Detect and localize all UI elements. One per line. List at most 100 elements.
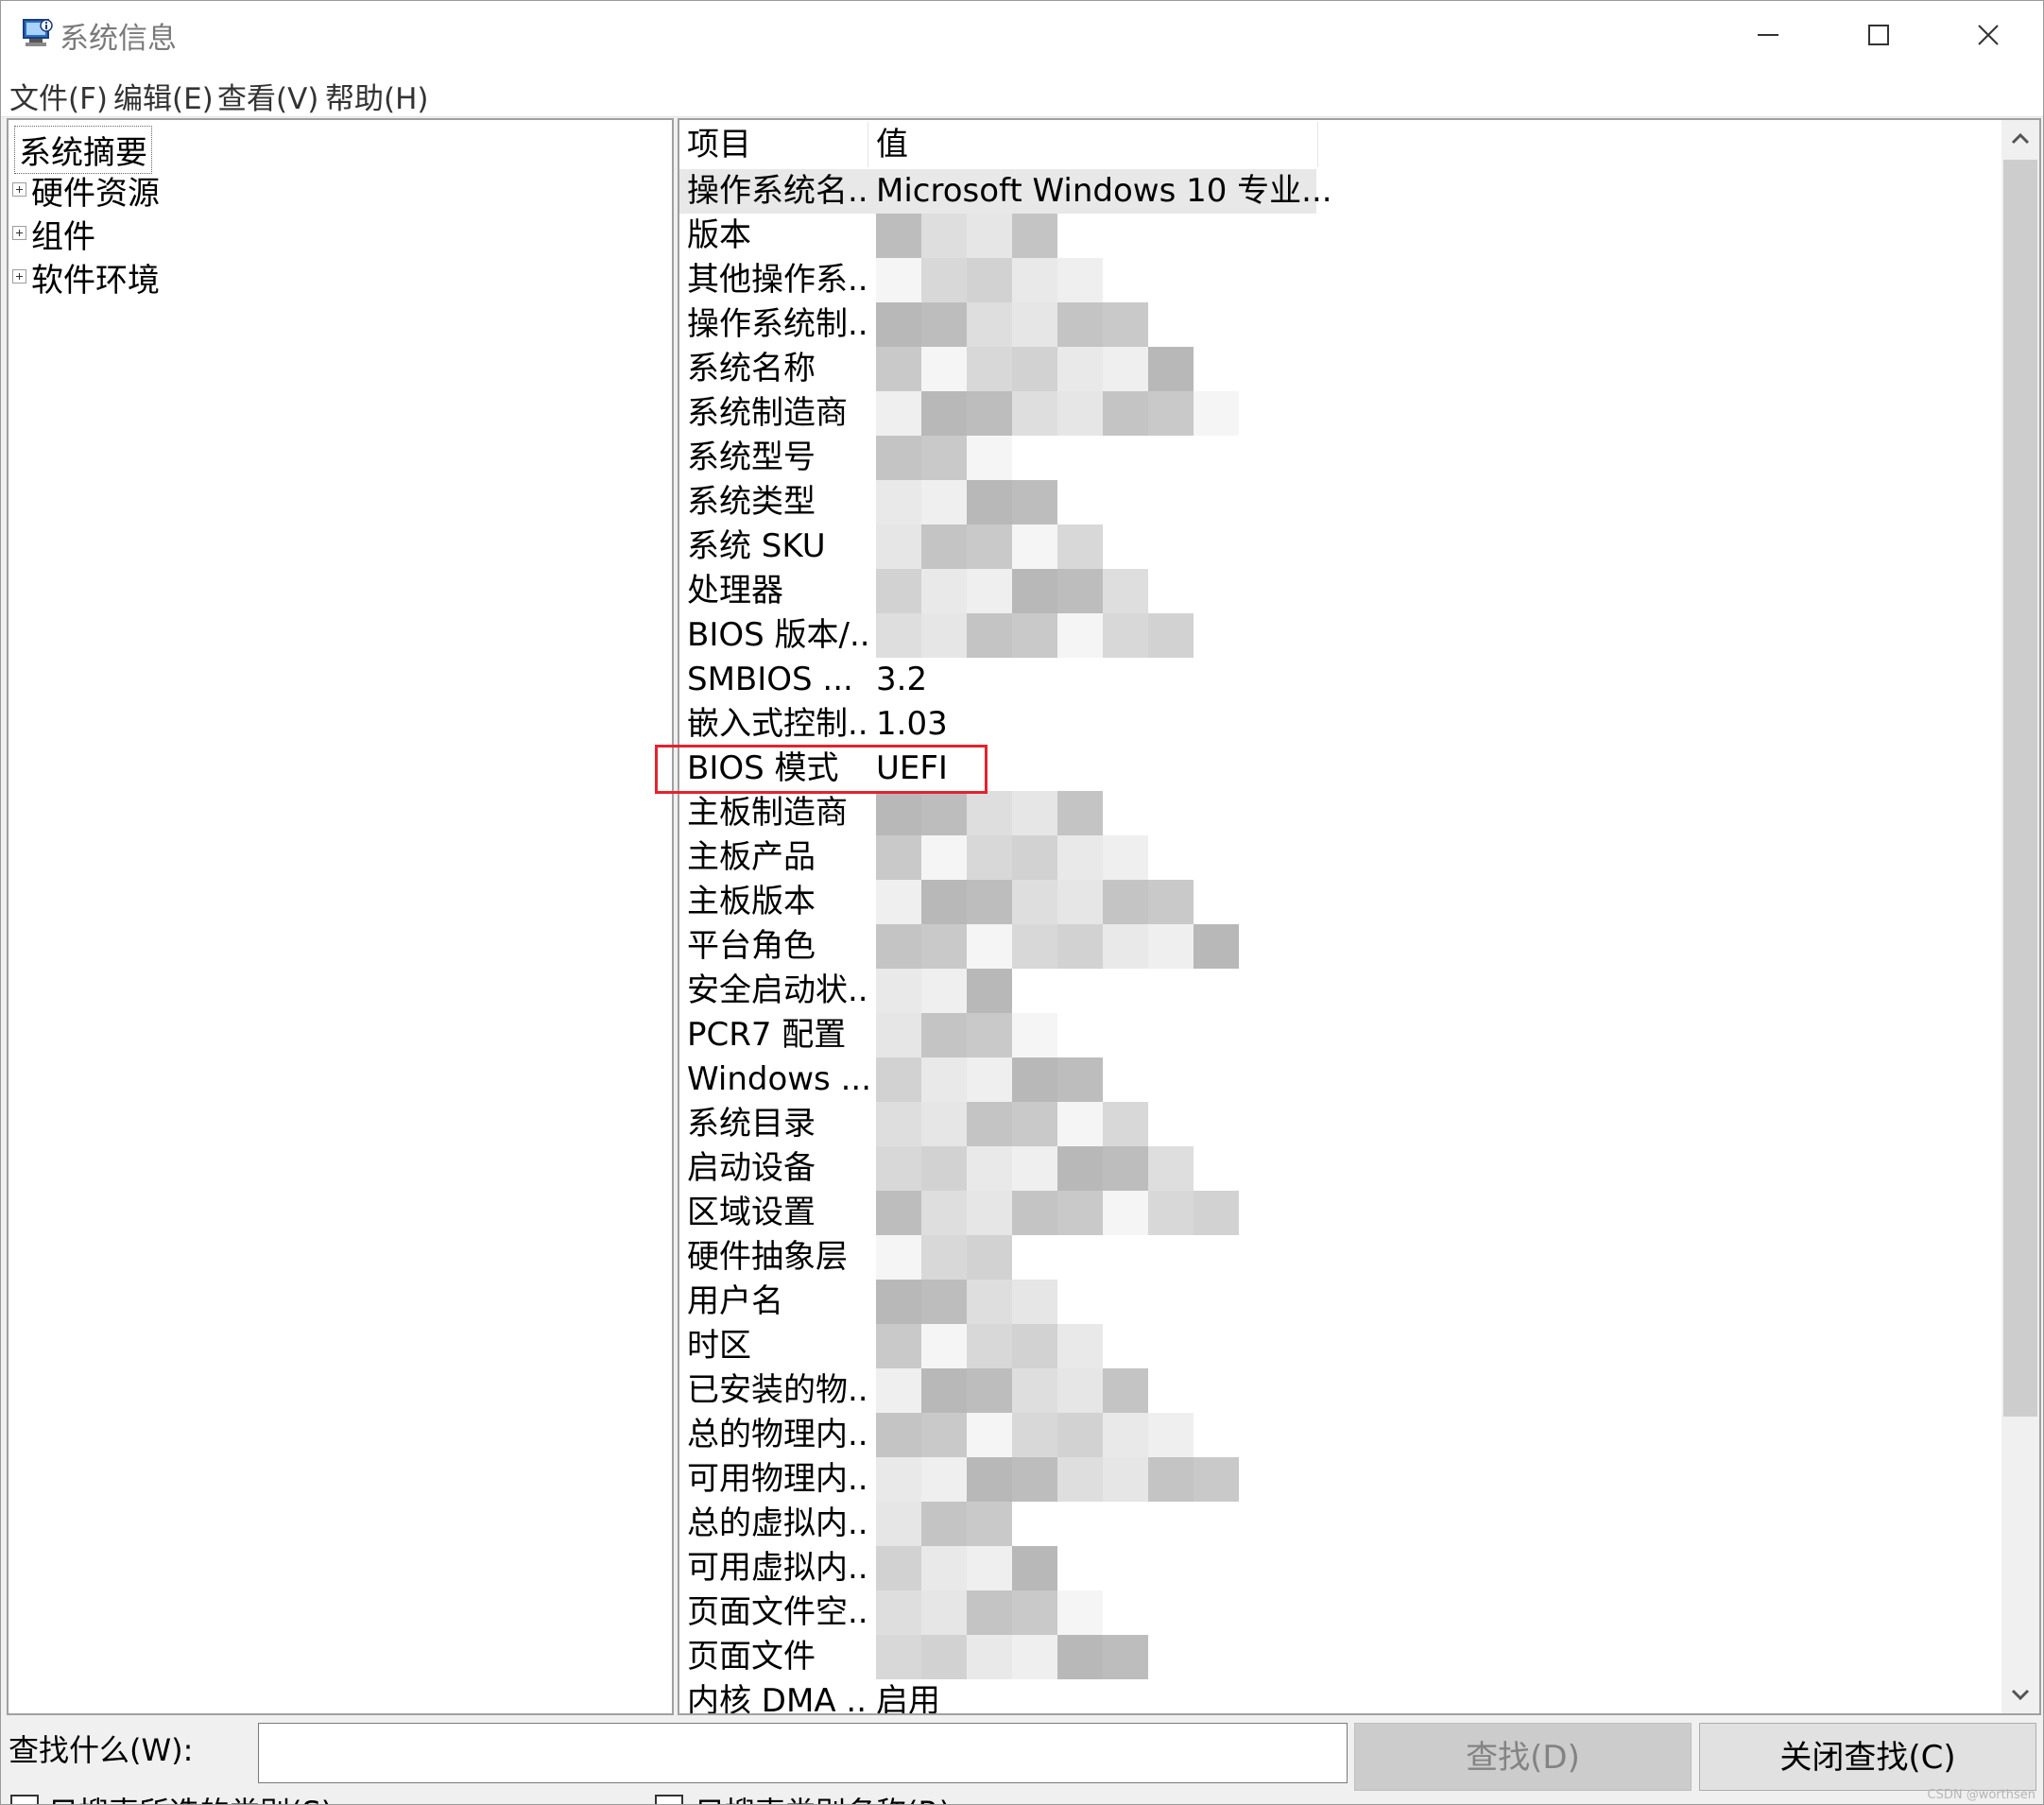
table-row[interactable]: 启动设备: [679, 1146, 2002, 1191]
row-value: 3.2: [876, 661, 928, 698]
details-list: 项目 值 操作系统名... Microsoft Windows 10 专业... 版…: [678, 118, 2041, 1715]
row-item: 页面文件: [687, 1638, 816, 1676]
redacted-value-mosaic: [876, 524, 1103, 569]
row-item: 时区: [687, 1327, 751, 1365]
table-row[interactable]: BIOS 版本/...: [679, 613, 2002, 658]
table-row[interactable]: 系统名称: [679, 347, 2002, 391]
search-selected-category-checkbox[interactable]: [10, 1795, 39, 1804]
tree-item-label: 软件环境: [31, 262, 160, 300]
table-row[interactable]: 时区: [679, 1324, 2002, 1368]
table-row[interactable]: 可用物理内...: [679, 1457, 2002, 1502]
table-row[interactable]: 系统制造商: [679, 391, 2002, 436]
table-row[interactable]: 主板产品: [679, 835, 2002, 880]
table-row[interactable]: 其他操作系...: [679, 258, 2002, 302]
table-row[interactable]: 系统目录: [679, 1102, 2002, 1146]
redacted-value-mosaic: [876, 791, 1103, 835]
row-item: BIOS 版本/...: [687, 616, 868, 654]
table-row[interactable]: 已安装的物...: [679, 1368, 2002, 1413]
redacted-value-mosaic: [876, 1457, 1239, 1502]
expand-icon[interactable]: [12, 182, 26, 197]
table-row[interactable]: 系统型号: [679, 436, 2002, 480]
expand-icon[interactable]: [12, 269, 26, 284]
bios-mode-highlight-box: [655, 745, 988, 794]
redacted-value-mosaic: [876, 924, 1239, 969]
close-button[interactable]: [1933, 1, 2043, 69]
close-icon: [1978, 25, 1999, 45]
table-row[interactable]: PCR7 配置: [679, 1013, 2002, 1057]
redacted-value-mosaic: [876, 1013, 1057, 1057]
redacted-value-mosaic: [876, 258, 1103, 302]
row-item: 主板制造商: [687, 794, 848, 832]
row-item: 主板产品: [687, 838, 816, 876]
find-button[interactable]: 查找(D): [1354, 1723, 1692, 1791]
minimize-button[interactable]: [1714, 1, 1824, 69]
find-input[interactable]: [258, 1723, 1348, 1783]
row-item: 系统型号: [687, 438, 816, 476]
table-row[interactable]: SMBIOS ... 3.2: [679, 658, 2002, 702]
maximize-icon: [1868, 25, 1889, 45]
list-rows: 操作系统名... Microsoft Windows 10 专业... 版本 其他操作…: [679, 169, 2002, 1713]
row-item: 系统 SKU: [687, 527, 826, 565]
row-item: 可用虚拟内...: [687, 1549, 868, 1587]
row-item: 安全启动状...: [687, 971, 868, 1009]
scroll-down-button[interactable]: [2001, 1676, 2039, 1713]
menu-file[interactable]: 文件(F): [9, 75, 108, 117]
menu-edit[interactable]: 编辑(E): [113, 75, 214, 117]
table-row[interactable]: 页面文件空...: [679, 1590, 2002, 1635]
menu-help[interactable]: 帮助(H): [325, 75, 429, 117]
table-row[interactable]: 总的物理内...: [679, 1413, 2002, 1457]
search-category-names-checkbox[interactable]: [655, 1795, 683, 1804]
table-row[interactable]: 处理器: [679, 569, 2002, 613]
redacted-value-mosaic: [876, 835, 1148, 880]
table-row[interactable]: 主板版本: [679, 880, 2002, 924]
system-information-window: 系统信息 文件(F) 编辑(E) 查看(V) 帮助(H) 系统摘要 硬件资源 组…: [0, 0, 2044, 1805]
row-value: Microsoft Windows 10 专业...: [876, 172, 1332, 210]
redacted-value-mosaic: [876, 391, 1239, 436]
table-row[interactable]: 硬件抽象层: [679, 1235, 2002, 1280]
maximize-button[interactable]: [1824, 1, 1933, 69]
chevron-up-icon: [2011, 132, 2030, 145]
row-item: 系统名称: [687, 350, 816, 387]
table-row[interactable]: 操作系统名... Microsoft Windows 10 专业...: [679, 169, 1332, 214]
category-tree: 系统摘要 硬件资源 组件 软件环境: [7, 118, 674, 1715]
table-row[interactable]: 总的虚拟内...: [679, 1502, 2002, 1546]
menu-bar: 文件(F) 编辑(E) 查看(V) 帮助(H): [1, 69, 2043, 117]
table-row[interactable]: 区域设置: [679, 1191, 2002, 1235]
window-title: 系统信息: [60, 22, 177, 56]
redacted-value-mosaic: [876, 969, 1012, 1013]
row-item: 系统类型: [687, 483, 816, 521]
column-header-item[interactable]: 项目: [679, 122, 868, 167]
table-row[interactable]: 系统类型: [679, 480, 2002, 524]
table-row[interactable]: 系统 SKU: [679, 524, 2002, 569]
redacted-value-mosaic: [876, 214, 1057, 258]
table-row[interactable]: 平台角色: [679, 924, 2002, 969]
redacted-value-mosaic: [876, 436, 1012, 480]
table-row[interactable]: 主板制造商: [679, 791, 2002, 835]
row-value: 1.03: [876, 705, 948, 743]
scroll-up-button[interactable]: [2001, 120, 2039, 158]
scrollbar-thumb[interactable]: [2003, 160, 2037, 1417]
column-header-value[interactable]: 值: [868, 122, 1318, 167]
expand-icon[interactable]: [12, 226, 26, 240]
redacted-value-mosaic: [876, 1057, 1103, 1102]
row-item: 其他操作系...: [687, 261, 868, 299]
watermark: CSDN @worthsen: [1927, 1788, 2035, 1802]
table-row[interactable]: 操作系统制...: [679, 302, 2002, 347]
redacted-value-mosaic: [876, 1502, 1012, 1546]
table-row[interactable]: 版本: [679, 214, 2002, 258]
row-item: 平台角色: [687, 927, 816, 965]
vertical-scrollbar[interactable]: [2001, 120, 2039, 1713]
table-row[interactable]: 用户名: [679, 1280, 2002, 1324]
table-row[interactable]: 内核 DMA ... 启用: [679, 1679, 2002, 1713]
tree-item-label: 硬件资源: [31, 175, 160, 213]
table-row[interactable]: 页面文件: [679, 1635, 2002, 1679]
close-find-button[interactable]: 关闭查找(C): [1699, 1723, 2036, 1791]
table-row[interactable]: 安全启动状...: [679, 969, 2002, 1013]
menu-view[interactable]: 查看(V): [217, 75, 318, 117]
row-item: 总的虚拟内...: [687, 1504, 868, 1542]
table-row[interactable]: Windows ...: [679, 1057, 2002, 1102]
table-row[interactable]: 嵌入式控制... 1.03: [679, 702, 2002, 747]
table-row[interactable]: 可用虚拟内...: [679, 1546, 2002, 1590]
row-item: 可用物理内...: [687, 1460, 868, 1498]
title-bar[interactable]: 系统信息: [1, 1, 2043, 69]
